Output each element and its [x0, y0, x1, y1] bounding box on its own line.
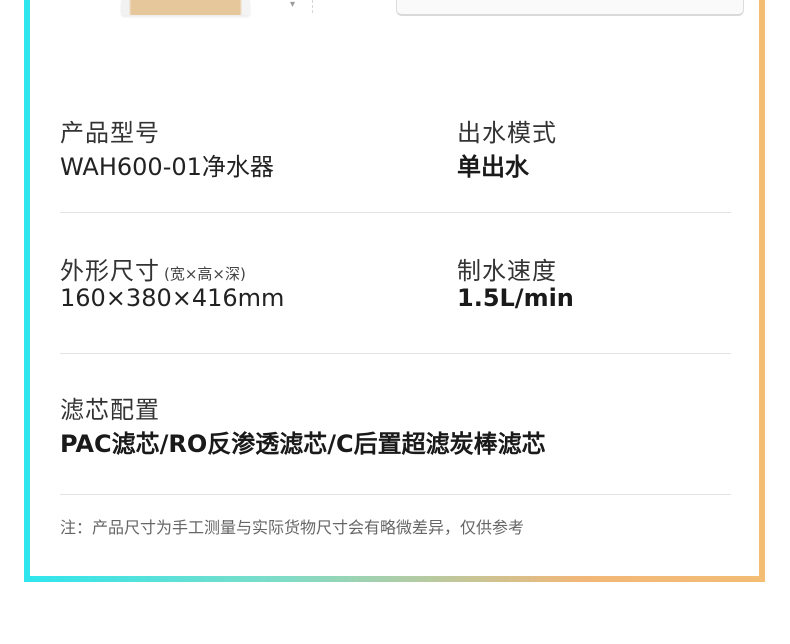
model-value: WAH600-01净水器	[60, 153, 274, 181]
speed-label: 制水速度	[457, 257, 557, 285]
size-label: 外形尺寸 (宽×高×深)	[60, 251, 246, 286]
model-label: 产品型号	[60, 119, 160, 147]
disclaimer-note: 注：产品尺寸为手工测量与实际货物尺寸会有略微差异，仅供参考	[60, 518, 525, 537]
dimension-line	[257, 0, 313, 13]
mode-value: 单出水	[457, 153, 529, 181]
speed-value: 1.5L/min	[457, 284, 574, 312]
divider	[60, 212, 731, 213]
filter-value: PAC滤芯/RO反渗透滤芯/C后置超滤炭棒滤芯	[60, 430, 546, 458]
size-label-sub: (宽×高×深)	[164, 265, 246, 283]
size-value: 160×380×416mm	[60, 284, 285, 312]
filter-label: 滤芯配置	[60, 396, 160, 424]
dimension-arrow-icon: ▾	[290, 0, 296, 10]
divider	[60, 353, 731, 354]
product-image-right	[396, 0, 744, 16]
product-image-left	[121, 0, 250, 15]
size-label-text: 外形尺寸	[60, 257, 160, 285]
mode-label: 出水模式	[457, 119, 557, 147]
divider	[60, 494, 731, 495]
